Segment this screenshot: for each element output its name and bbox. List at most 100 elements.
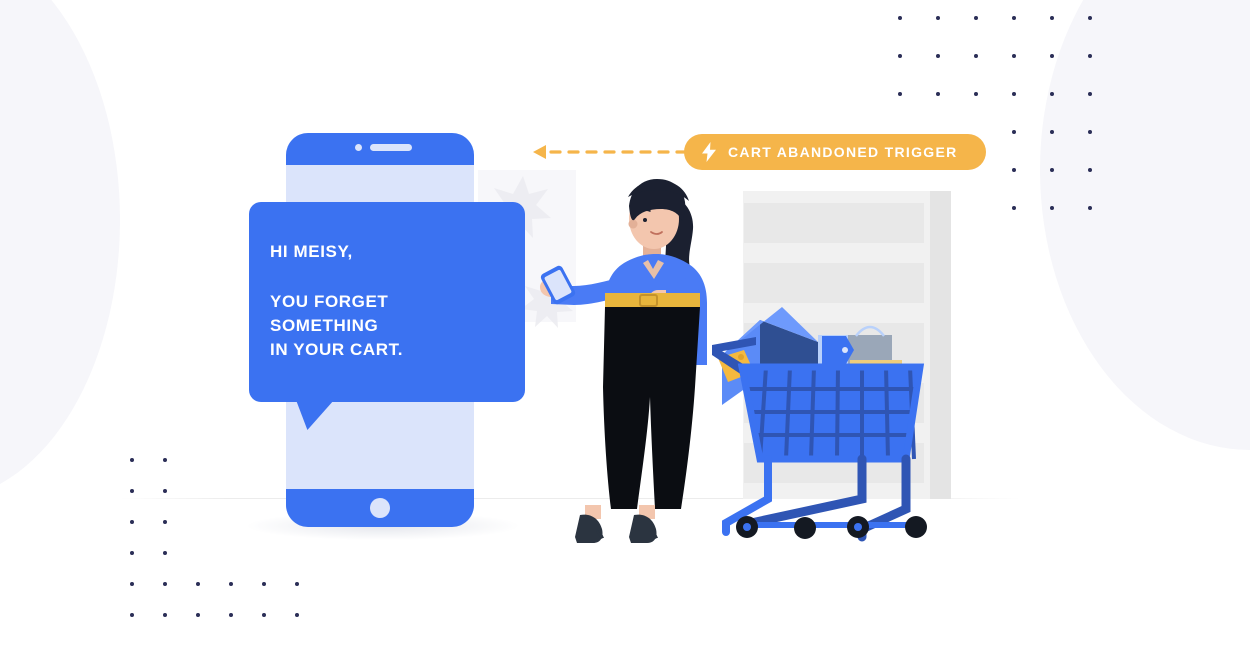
decorative-dot-empty (898, 168, 902, 172)
decorative-dot-empty (262, 458, 266, 462)
decorative-dot (1050, 130, 1054, 134)
left-ankle (585, 505, 601, 519)
decorative-dot-empty (898, 130, 902, 134)
decorative-dot (1012, 206, 1016, 210)
eyebrow (639, 209, 651, 213)
decorative-dot (898, 54, 902, 58)
dashed-arrow-connector (533, 145, 691, 159)
decorative-dot (974, 54, 978, 58)
right-ankle (639, 505, 655, 519)
cart-wheel (847, 516, 869, 538)
eye (643, 218, 647, 222)
cart-wheel-hub (854, 523, 862, 531)
dot-row (898, 16, 1126, 20)
dot-row (898, 206, 1126, 210)
decorative-dot (163, 458, 167, 462)
shelf-plank (744, 383, 924, 423)
lightning-bolt-icon (702, 142, 716, 162)
decorative-dot (974, 92, 978, 96)
decorative-dot (130, 582, 134, 586)
decorative-dot (229, 582, 233, 586)
phone-top-bar (286, 133, 474, 165)
decorative-dot-empty (262, 551, 266, 555)
cart-wheel (736, 516, 758, 538)
dot-row (130, 613, 328, 617)
decorative-dot-empty (196, 520, 200, 524)
decorative-dot (262, 613, 266, 617)
decorative-dot (1012, 16, 1016, 20)
decorative-dot (1088, 54, 1092, 58)
cart-wheel-hub (743, 523, 751, 531)
belt-buckle (639, 294, 658, 307)
hair-top (629, 179, 686, 221)
decorative-dot-empty (262, 520, 266, 524)
left-heeled-boot (575, 514, 604, 543)
decorative-dot (1088, 130, 1092, 134)
cart-wheel (794, 517, 816, 539)
decorative-dot-empty (295, 520, 299, 524)
dot-grid-top-right (898, 16, 1126, 244)
right-hand (649, 290, 666, 309)
dot-row (130, 582, 328, 586)
decorative-dot (196, 613, 200, 617)
decorative-dot (130, 489, 134, 493)
decorative-dot (936, 92, 940, 96)
decorative-dot (1050, 54, 1054, 58)
decorative-dot (1088, 16, 1092, 20)
shelf-plank (744, 263, 924, 303)
shelf-plank (744, 443, 924, 483)
decorative-dot (1012, 92, 1016, 96)
decorative-dot (295, 613, 299, 617)
decorative-dot-empty (974, 168, 978, 172)
right-heeled-boot (629, 514, 658, 543)
decorative-dot (1088, 92, 1092, 96)
dot-row (130, 551, 328, 555)
decorative-dot (130, 613, 134, 617)
arrow-head-icon (533, 145, 546, 159)
decorative-dot (163, 520, 167, 524)
decorative-dot-empty (262, 489, 266, 493)
decorative-dot (1050, 168, 1054, 172)
shelf-plank (744, 203, 924, 243)
dot-row (898, 168, 1126, 172)
decorative-dot (898, 92, 902, 96)
decorative-dot (1012, 54, 1016, 58)
belt (605, 293, 700, 307)
decorative-dot (1050, 206, 1054, 210)
decorative-dot (1012, 130, 1016, 134)
decorative-dot (262, 582, 266, 586)
decorative-dot-empty (229, 551, 233, 555)
decorative-dot (1088, 168, 1092, 172)
decorative-dot (130, 551, 134, 555)
decorative-dot-empty (229, 458, 233, 462)
dot-row (130, 520, 328, 524)
shelf-plank (744, 323, 924, 363)
decorative-dot-empty (295, 458, 299, 462)
decorative-dot (163, 613, 167, 617)
illustration-canvas: HI MEISY, YOU FORGET SOMETHING IN YOUR C… (0, 0, 1250, 667)
decorative-dot-empty (295, 489, 299, 493)
notification-body-line-2: IN YOUR CART. (270, 340, 404, 359)
decorative-dot (196, 582, 200, 586)
mouth (650, 231, 663, 235)
notification-greeting: HI MEISY, (270, 242, 353, 261)
cart-wheel (905, 516, 927, 538)
decorative-dot (163, 582, 167, 586)
home-button[interactable] (370, 498, 390, 518)
decorative-dot (1050, 16, 1054, 20)
decorative-dot-empty (295, 551, 299, 555)
decorative-dot (1088, 206, 1092, 210)
front-camera-icon (355, 144, 362, 151)
decorative-dot (898, 16, 902, 20)
decorative-dot (936, 16, 940, 20)
background-blob-left (0, 0, 120, 500)
collar-v-neck (643, 260, 664, 279)
decorative-dot (163, 551, 167, 555)
decorative-dot-empty (974, 130, 978, 134)
head (629, 189, 679, 249)
decorative-dot-empty (936, 206, 940, 210)
decorative-dot-empty (974, 206, 978, 210)
decorative-dot-empty (196, 458, 200, 462)
decorative-dot-empty (936, 168, 940, 172)
notification-message-bubble: HI MEISY, YOU FORGET SOMETHING IN YOUR C… (249, 202, 525, 402)
